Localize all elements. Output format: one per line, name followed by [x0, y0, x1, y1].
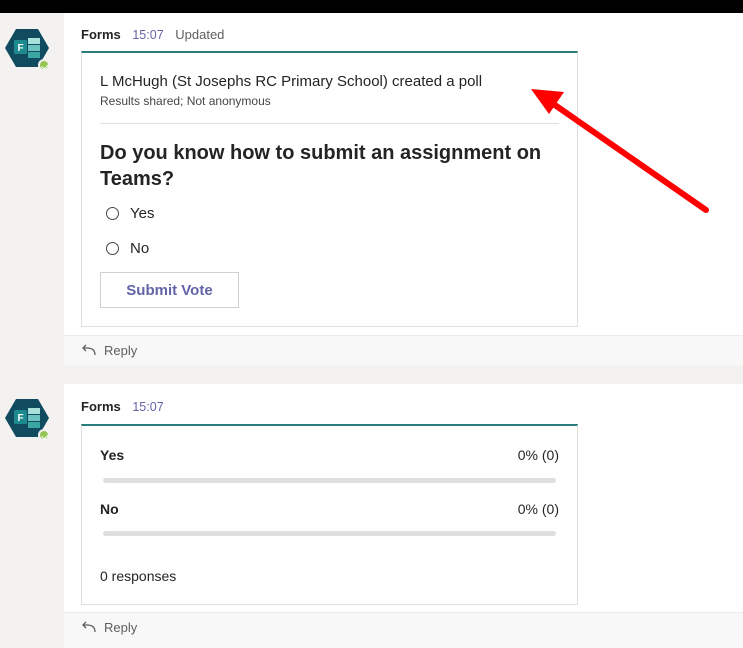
top-black-bar: [0, 0, 743, 13]
radio-button[interactable]: [106, 206, 119, 220]
results-message: Forms 15:07 Yes 0% (0) No 0% (0) 0 respo…: [64, 384, 743, 612]
forms-avatar[interactable]: F: [5, 396, 50, 441]
svg-text:F: F: [17, 413, 23, 424]
poll-option-yes[interactable]: Yes: [106, 203, 154, 223]
results-card: Yes 0% (0) No 0% (0) 0 responses: [81, 424, 578, 605]
reply-label[interactable]: Reply: [104, 620, 137, 635]
poll-settings-meta: Results shared; Not anonymous: [100, 94, 271, 108]
poll-card: L McHugh (St Josephs RC Primary School) …: [81, 51, 578, 327]
card-divider: [100, 123, 559, 124]
reply-label[interactable]: Reply: [104, 343, 137, 358]
result-label: No: [100, 501, 119, 517]
updated-label: Updated: [175, 27, 225, 42]
message-time: 15:07: [132, 28, 164, 42]
presence-available-badge: [38, 59, 50, 71]
result-value: 0% (0): [517, 501, 559, 517]
radio-button[interactable]: [106, 241, 119, 255]
reply-bar[interactable]: Reply: [64, 612, 743, 648]
poll-question: Do you know how to submit an assignment …: [100, 142, 542, 190]
option-label: No: [130, 239, 150, 257]
result-bar-yes: [103, 478, 556, 483]
responses-count: 0 responses: [100, 568, 177, 584]
submit-vote-button[interactable]: Submit Vote: [100, 272, 239, 308]
message-header: Forms 15:07 Updated: [81, 27, 224, 42]
reply-bar[interactable]: Reply: [64, 335, 743, 365]
sender-name[interactable]: Forms: [81, 27, 121, 42]
poll-creator-line: L McHugh (St Josephs RC Primary School) …: [100, 73, 483, 90]
result-value: 0% (0): [517, 447, 559, 463]
result-row-yes: Yes 0% (0): [100, 447, 559, 467]
forms-avatar[interactable]: F: [5, 26, 50, 71]
message-time: 15:07: [132, 400, 164, 414]
result-row-no: No 0% (0): [100, 501, 559, 521]
svg-text:F: F: [17, 43, 23, 54]
reply-arrow-icon: [82, 621, 96, 633]
option-label: Yes: [130, 204, 155, 222]
message-header: Forms 15:07: [81, 399, 172, 414]
presence-available-badge: [38, 429, 50, 441]
sender-name[interactable]: Forms: [81, 399, 121, 414]
reply-arrow-icon: [82, 344, 96, 356]
poll-option-no[interactable]: No: [106, 238, 149, 258]
poll-message: Forms 15:07 Updated L McHugh (St Josephs…: [64, 13, 743, 335]
result-bar-no: [103, 531, 556, 536]
result-label: Yes: [100, 447, 125, 463]
